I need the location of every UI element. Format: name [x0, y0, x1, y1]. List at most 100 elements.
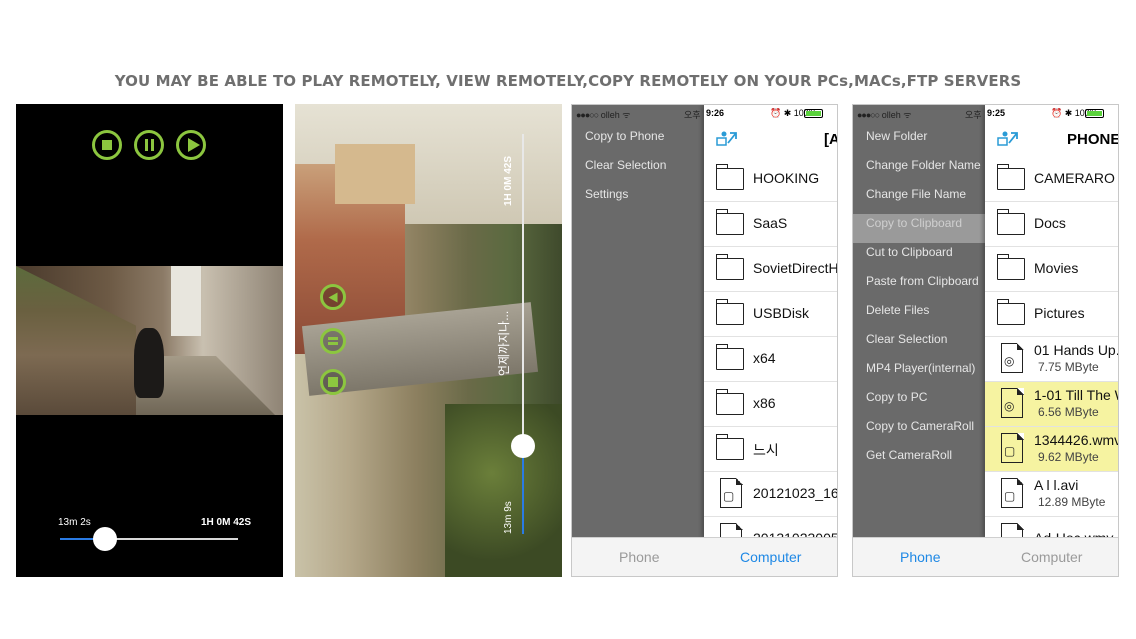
video-frame[interactable] — [16, 266, 283, 415]
menu-item[interactable]: Clear Selection — [853, 330, 985, 359]
transfer-icon[interactable] — [997, 129, 1019, 149]
file-name: 1344426.wmv — [1034, 432, 1119, 448]
menu-item[interactable]: Copy to Clipboard — [853, 214, 985, 243]
side-menu: New Folder Change Folder Name Change File … — [853, 127, 985, 475]
file-name: x86 — [753, 395, 776, 411]
menu-item[interactable]: Change File Name — [853, 185, 985, 214]
folder-row[interactable]: Pictures — [985, 292, 1118, 337]
status-bar-carrier-right: 오후 — [965, 110, 982, 120]
stop-button[interactable] — [320, 369, 346, 395]
folder-row[interactable]: x86 — [704, 382, 837, 427]
status-time: 9:25 — [987, 108, 1006, 118]
file-row[interactable]: ▢ 1344426.wmv 9.62 MByte — [985, 427, 1119, 472]
video-file-icon: ▢ — [1001, 432, 1024, 463]
menu-item[interactable]: New Folder — [853, 127, 985, 156]
file-name: 느시 — [753, 442, 779, 458]
tab-bar: Phone Computer — [853, 537, 1118, 576]
file-name: 01 Hands Up.r — [1034, 342, 1119, 358]
file-row[interactable]: ▢Ad-Hoc.wmv — [985, 517, 1118, 538]
file-name: SovietDirectHe — [753, 260, 838, 276]
tab-phone[interactable]: Phone — [619, 549, 659, 565]
folder-icon — [996, 299, 1025, 325]
video-file-icon: ▢ — [1001, 522, 1024, 538]
pause-button[interactable] — [320, 328, 346, 354]
file-size: 7.75 MByte — [1038, 360, 1099, 374]
audio-file-icon: ◎ — [1001, 387, 1024, 418]
file-name: CAMERARO — [1034, 170, 1115, 186]
seek-bar[interactable] — [60, 538, 238, 540]
file-size: 6.56 MByte — [1038, 405, 1099, 419]
video-scene-wall — [16, 266, 136, 415]
folder-icon — [715, 389, 744, 415]
battery-icon — [1085, 109, 1104, 118]
video-file-icon: ▢ — [720, 522, 743, 538]
page-title: PHONE — [1067, 131, 1119, 148]
status-bar-carrier-right: 오후 — [684, 110, 701, 120]
stop-button[interactable] — [92, 130, 122, 160]
file-name: Pictures — [1034, 305, 1085, 321]
page-title: [AA — [824, 131, 837, 148]
tab-computer[interactable]: Computer — [1021, 549, 1082, 565]
file-list-panel: 9:25 ⏰ ✱ 100% PHONE CAMERARO Docs Movies Pi… — [985, 105, 1119, 538]
folder-icon — [715, 434, 744, 460]
folder-row[interactable]: SovietDirectHe — [704, 247, 838, 292]
video-file-icon: ▢ — [720, 477, 743, 508]
play-button[interactable] — [320, 284, 346, 310]
menu-item[interactable]: Settings — [572, 185, 704, 214]
file-row[interactable]: ◎ 1-01 Till The W 6.56 MByte — [985, 382, 1119, 427]
elapsed-time-vertical: 13m 9s — [503, 501, 514, 534]
folder-row[interactable]: USBDisk — [704, 292, 837, 337]
video-player-portrait: 13m 2s 1H 0M 42S — [16, 104, 283, 577]
file-name: Movies — [1034, 260, 1079, 276]
pause-button[interactable] — [134, 130, 164, 160]
menu-item[interactable]: Get CameraRoll — [853, 446, 985, 475]
menu-item[interactable]: Copy to PC — [853, 388, 985, 417]
menu-item[interactable]: Copy to CameraRoll — [853, 417, 985, 446]
play-button[interactable] — [176, 130, 206, 160]
folder-row[interactable]: CAMERARO — [985, 157, 1118, 202]
total-time: 1H 0M 42S — [200, 517, 251, 528]
seek-knob-vertical[interactable] — [511, 434, 535, 458]
menu-item[interactable]: Paste from Clipboard — [853, 272, 985, 301]
menu-item[interactable]: Copy to Phone — [572, 127, 704, 156]
transfer-icon[interactable] — [716, 129, 738, 149]
audio-file-icon: ◎ — [1001, 342, 1024, 373]
file-size: 9.62 MByte — [1038, 450, 1099, 464]
file-name: USBDisk — [753, 305, 810, 321]
menu-item[interactable]: Delete Files — [853, 301, 985, 330]
folder-row[interactable]: Movies — [985, 247, 1118, 292]
file-name: SaaS — [753, 215, 788, 231]
tab-computer[interactable]: Computer — [740, 549, 801, 565]
folder-icon — [715, 164, 744, 190]
headline: YOU MAY BE ABLE TO PLAY REMOTELY, VIEW R… — [114, 72, 1022, 90]
file-row[interactable]: ◎ 01 Hands Up.r 7.75 MByte — [985, 337, 1119, 382]
status-time: 9:26 — [706, 108, 725, 118]
file-name: HOOKING — [753, 170, 820, 186]
folder-icon — [715, 299, 744, 325]
file-name: Docs — [1034, 215, 1066, 231]
menu-item[interactable]: Cut to Clipboard — [853, 243, 985, 272]
file-row[interactable]: ▢201310230057 — [704, 517, 837, 538]
status-bar: 9:26 ⏰ ✱ 100% — [704, 105, 837, 121]
menu-item[interactable]: Clear Selection — [572, 156, 704, 185]
video-player-landscape[interactable]: 1H 0M 42S 언제까지나... 13m 9s — [295, 104, 562, 577]
phone-file-browser: ●●●○○ olleh ᯤ 오후 New Folder Change Folder… — [852, 104, 1119, 577]
folder-row[interactable]: SaaS — [704, 202, 837, 247]
tab-phone[interactable]: Phone — [900, 549, 940, 565]
file-list: CAMERARO Docs Movies Pictures ◎ 01 Hands Up.r… — [985, 157, 1119, 538]
file-name: 1-01 Till The W — [1034, 387, 1119, 403]
menu-item[interactable]: MP4 Player(internal) — [853, 359, 985, 388]
file-row[interactable]: ▢ A l l.avi 12.89 MByte — [985, 472, 1118, 517]
folder-row[interactable]: x64 — [704, 337, 837, 382]
tab-bar: Phone Computer — [572, 537, 837, 576]
file-name: x64 — [753, 350, 776, 366]
video-scene-rider — [134, 328, 164, 398]
folder-row[interactable]: HOOKING — [704, 157, 837, 202]
seek-bar-vertical-fill — [522, 446, 524, 534]
folder-row[interactable]: Docs — [985, 202, 1118, 247]
seek-knob[interactable] — [92, 527, 117, 551]
file-row[interactable]: ▢ 20121023_165 — [704, 472, 837, 517]
menu-item[interactable]: Change Folder Name — [853, 156, 985, 185]
folder-row[interactable]: 느시 — [704, 427, 837, 472]
video-file-icon: ▢ — [1001, 477, 1024, 508]
